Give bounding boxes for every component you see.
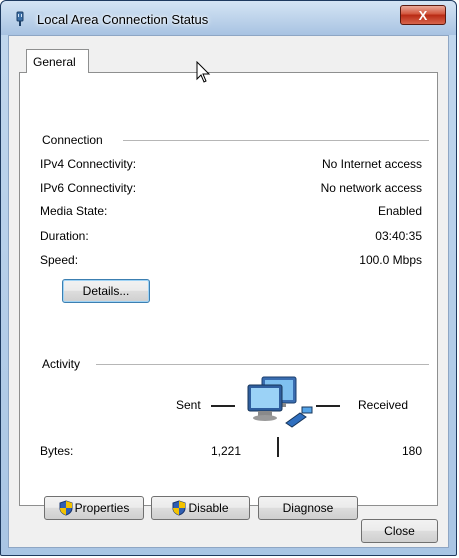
received-line — [316, 405, 340, 407]
window-title: Local Area Connection Status — [37, 12, 209, 27]
duration-label: Duration: — [40, 229, 89, 243]
title-close-button[interactable]: X — [400, 5, 446, 25]
diagnose-button[interactable]: Diagnose — [258, 496, 358, 520]
received-label: Received — [358, 398, 409, 412]
properties-button[interactable]: Properties — [44, 496, 144, 520]
uac-shield-icon — [59, 500, 73, 516]
disable-button-label: Disable — [188, 501, 229, 515]
sent-line — [211, 405, 235, 407]
connection-group-title: Connection — [42, 133, 103, 147]
bytes-label: Bytes: — [40, 444, 74, 458]
dialog-client-area: General Connection IPv4 Connectivity: No… — [8, 35, 449, 548]
speed-value: 100.0 Mbps — [359, 253, 422, 267]
close-icon: X — [418, 8, 428, 23]
details-button[interactable]: Details... — [62, 279, 150, 303]
tab-general[interactable]: General — [26, 49, 89, 73]
ipv4-label: IPv4 Connectivity: — [40, 157, 137, 171]
status-window: Local Area Connection Status X General C… — [0, 0, 457, 556]
general-tab-panel: Connection IPv4 Connectivity: No Interne… — [19, 72, 438, 520]
duration-value: 03:40:35 — [375, 229, 422, 243]
close-button[interactable]: Close — [361, 519, 438, 543]
activity-separator — [277, 437, 279, 457]
media-state-label: Media State: — [40, 204, 108, 218]
uac-shield-icon — [172, 500, 186, 516]
ipv6-label: IPv6 Connectivity: — [40, 181, 137, 195]
activity-group-divider — [96, 364, 429, 365]
connection-group-divider — [123, 140, 429, 141]
title-bar[interactable]: Local Area Connection Status X — [1, 1, 456, 35]
activity-group-title: Activity — [42, 357, 81, 371]
tab-general-label: General — [33, 55, 76, 69]
properties-button-label: Properties — [74, 501, 130, 515]
sent-label: Sent — [176, 398, 201, 412]
bytes-received-value: 180 — [401, 444, 422, 458]
mouse-cursor-icon — [196, 60, 212, 88]
disable-button[interactable]: Disable — [151, 496, 250, 520]
ipv4-value: No Internet access — [321, 157, 422, 171]
media-state-value: Enabled — [377, 204, 422, 218]
bytes-sent-value: 1,221 — [210, 444, 241, 458]
network-computers-icon — [242, 373, 322, 436]
ipv6-value: No network access — [320, 181, 422, 195]
network-adapter-icon — [13, 11, 27, 30]
speed-label: Speed: — [40, 253, 79, 267]
